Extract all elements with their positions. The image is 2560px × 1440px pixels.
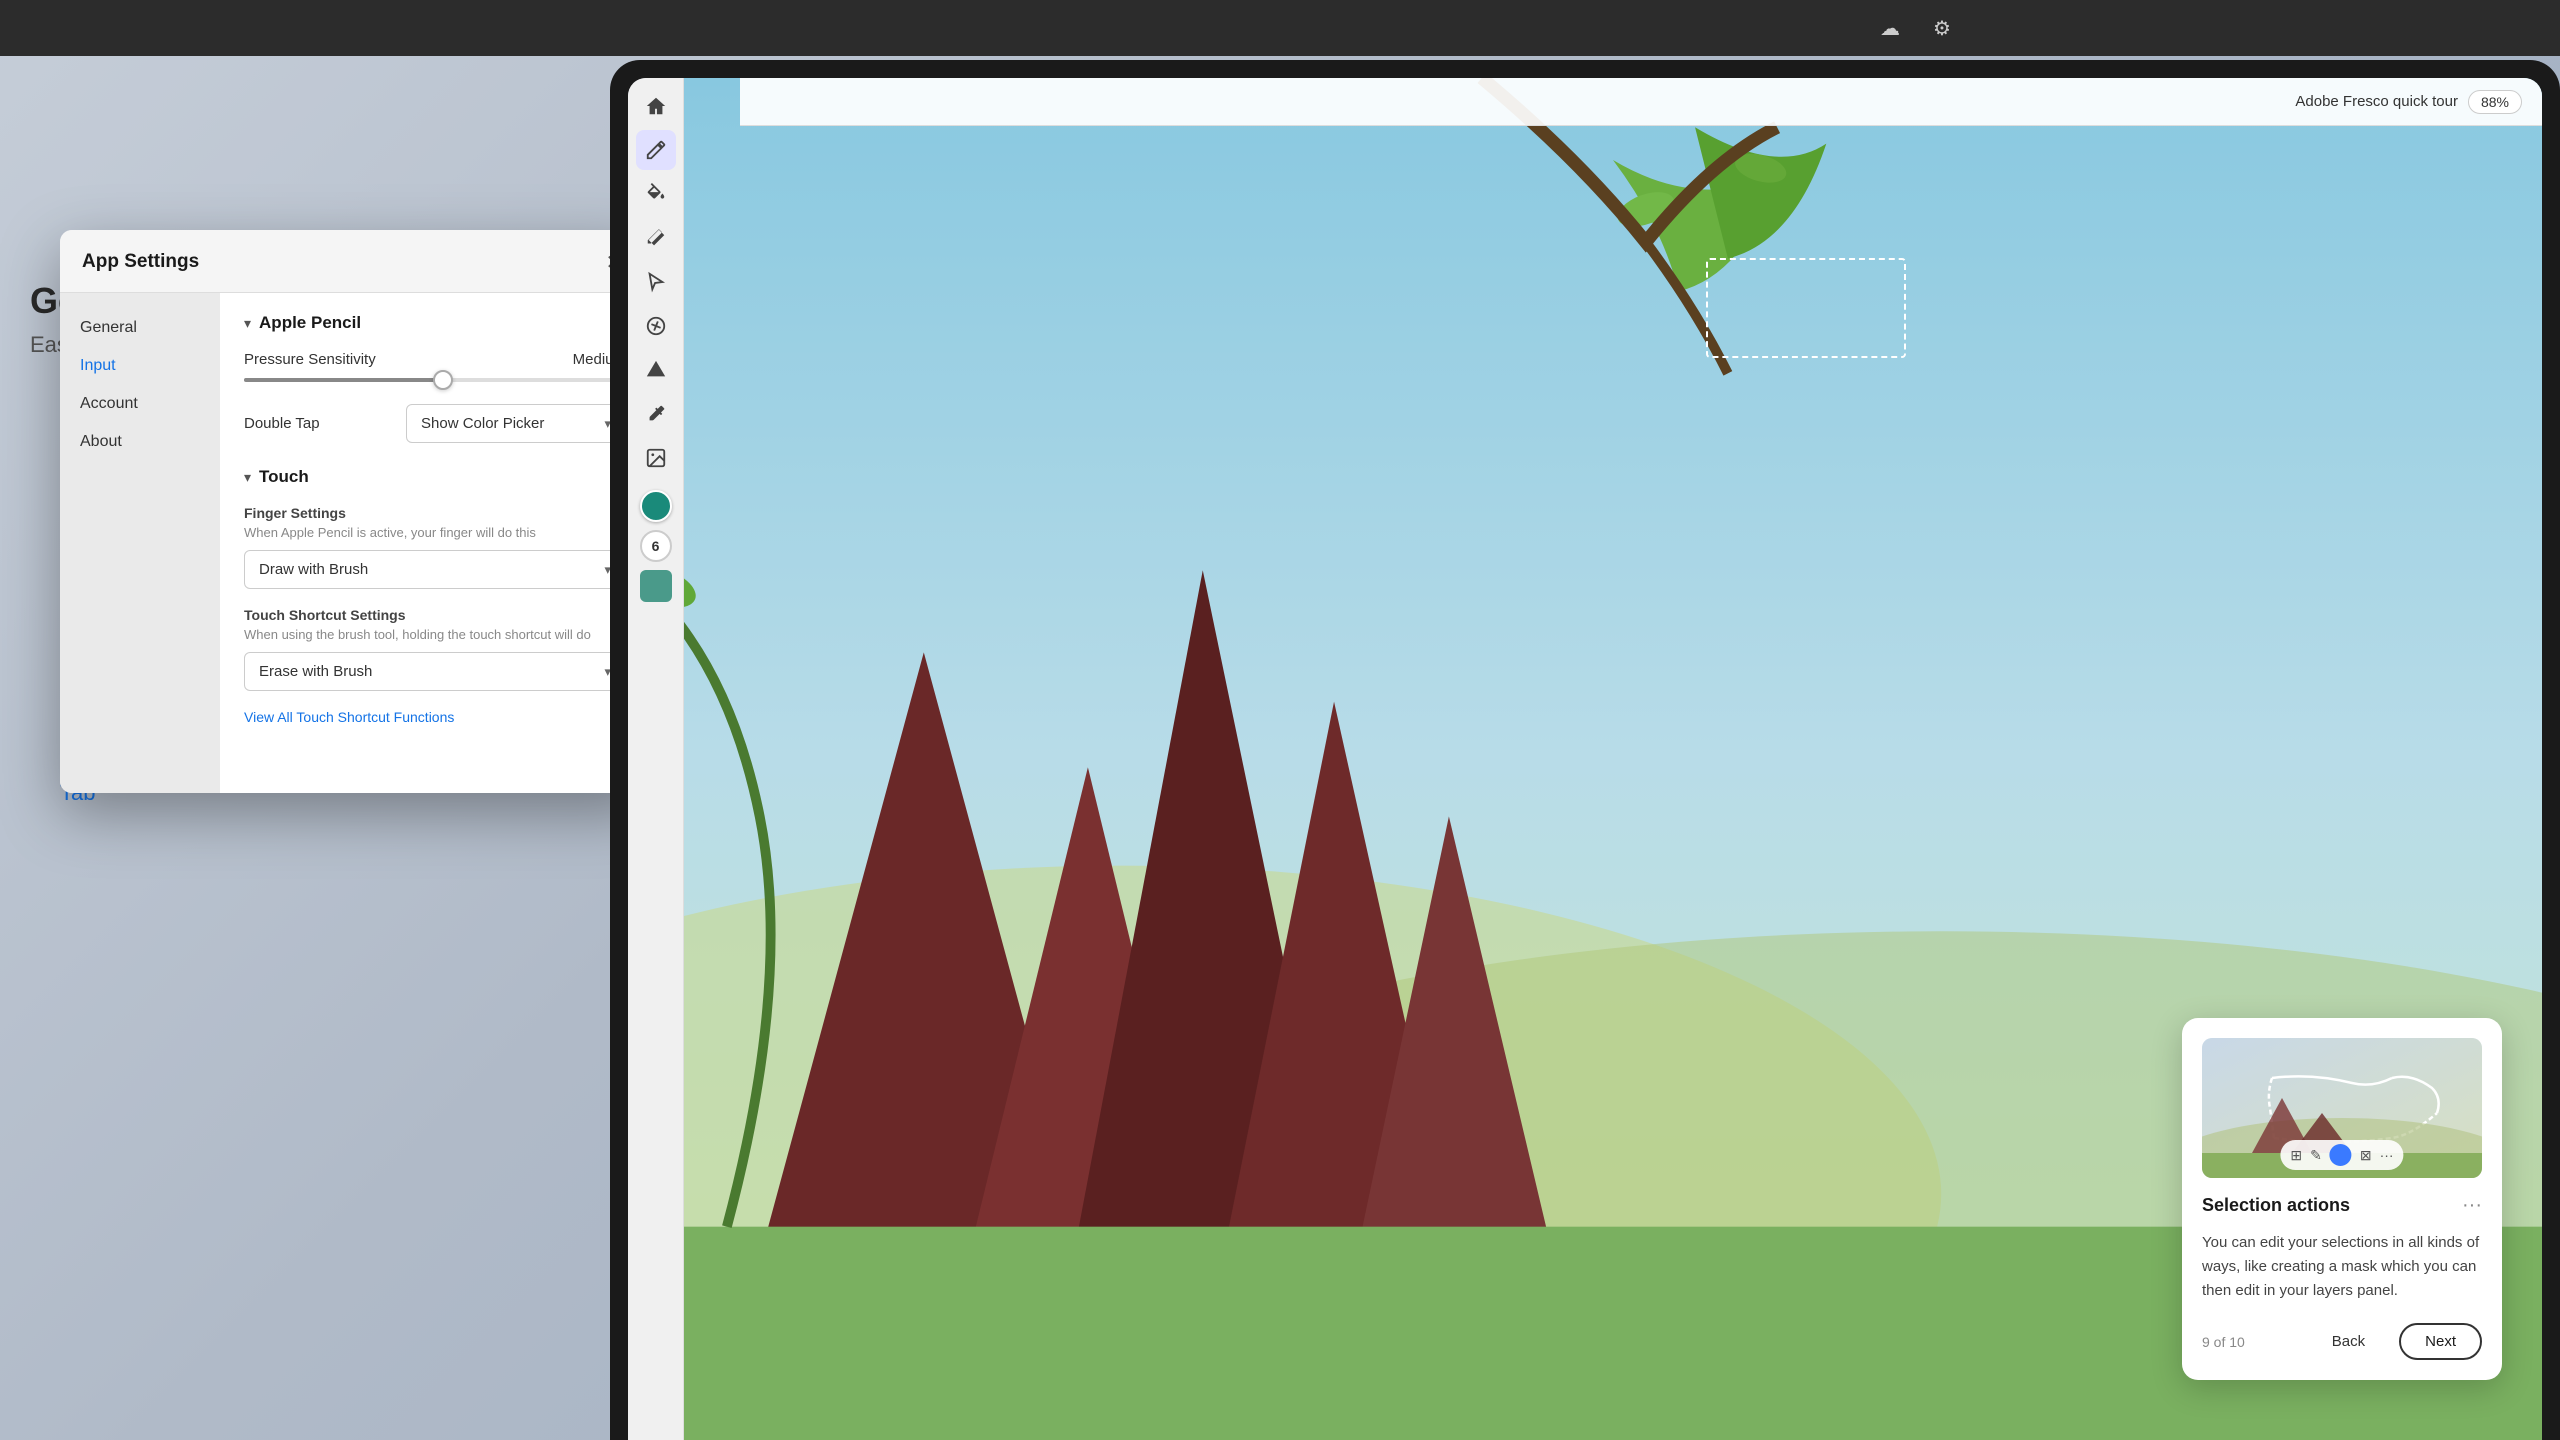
apple-pencil-title: Apple Pencil (259, 313, 361, 333)
selection-rect (1706, 258, 1906, 358)
toolbar-left: 6 (628, 78, 684, 1440)
slider-fill (244, 378, 443, 382)
apple-pencil-section-header: ▾ Apple Pencil (244, 313, 626, 333)
touch-section-header: ▾ Touch (244, 467, 626, 487)
toolbar-erase-btn[interactable] (636, 218, 676, 258)
slider-thumb[interactable] (433, 370, 453, 390)
touch-shortcut-value: Erase with Brush (259, 663, 372, 680)
sidebar-item-general[interactable]: General (60, 309, 220, 347)
desktop-app: ☁ ⚙ Welcome to Adobe Fresco, Michael! Ge… (0, 0, 2560, 1440)
finger-settings-value: Draw with Brush (259, 561, 368, 578)
double-tap-dropdown[interactable]: Show Color Picker ▾ (406, 404, 626, 443)
selection-panel: ⊞ ✎ ⊠ ··· Selection actions ··· You can … (2182, 1018, 2502, 1380)
touch-shortcut-desc: When using the brush tool, holding the t… (244, 627, 626, 642)
selection-panel-preview: ⊞ ✎ ⊠ ··· (2202, 1038, 2482, 1178)
double-tap-label: Double Tap (244, 415, 320, 432)
touch-title: Touch (259, 467, 309, 487)
modal-body: General Input Account About ▾ Apple Penc… (60, 293, 650, 793)
tablet-device: 6 Adobe Fresco quick tour 88% (610, 60, 2560, 1440)
top-chrome-bar: ☁ ⚙ (0, 0, 2560, 56)
touch-section: ▾ Touch Finger Settings When Apple Penci… (244, 467, 626, 727)
touch-shortcut-dropdown[interactable]: Erase with Brush ▾ (244, 652, 626, 691)
selection-panel-header: Selection actions ··· (2202, 1194, 2482, 1217)
page-indicator: 9 of 10 (2202, 1334, 2245, 1350)
modal-header: App Settings ✕ (60, 230, 650, 293)
toolbar-brush-btn[interactable] (636, 130, 676, 170)
selection-panel-title: Selection actions (2202, 1195, 2350, 1216)
selection-panel-more-btn[interactable]: ··· (2462, 1194, 2482, 1217)
view-all-touch-link[interactable]: View All Touch Shortcut Functions (244, 709, 454, 725)
canvas-area: Adobe Fresco quick tour 88% (684, 78, 2542, 1440)
toolbar-fill-btn[interactable] (636, 174, 676, 214)
next-button[interactable]: Next (2399, 1323, 2482, 1360)
apple-pencil-collapse-icon[interactable]: ▾ (244, 315, 251, 332)
finger-settings-desc: When Apple Pencil is active, your finger… (244, 525, 626, 540)
selection-panel-body: You can edit your selections in all kind… (2202, 1231, 2482, 1303)
finger-settings-label: Finger Settings (244, 505, 626, 521)
pressure-sensitivity-label: Pressure Sensitivity (244, 351, 376, 368)
finger-settings-dropdown[interactable]: Draw with Brush ▾ (244, 550, 626, 589)
mini-tool-3[interactable] (2330, 1144, 2352, 1166)
color-swatch-primary[interactable] (640, 490, 672, 522)
settings-icon[interactable]: ⚙ (1924, 10, 1960, 46)
slider-track[interactable] (244, 378, 626, 382)
tablet-screen: 6 Adobe Fresco quick tour 88% (628, 78, 2542, 1440)
modal-title: App Settings (82, 251, 199, 273)
double-tap-row: Double Tap Show Color Picker ▾ (244, 404, 626, 443)
color-swatch-secondary[interactable] (640, 570, 672, 602)
top-icons: ☁ ⚙ (1872, 10, 1960, 46)
app-settings-modal: App Settings ✕ General Input Account Abo… (60, 230, 650, 793)
progress-badge: 88% (2468, 90, 2522, 114)
modal-content: ▾ Apple Pencil Pressure Sensitivity Medi… (220, 293, 650, 793)
mini-tool-more[interactable]: ··· (2380, 1147, 2394, 1163)
pressure-slider-container (244, 378, 626, 382)
mini-tool-4[interactable]: ⊠ (2360, 1147, 2372, 1164)
back-button[interactable]: Back (2308, 1323, 2389, 1360)
toolbar-eyedropper-btn[interactable] (636, 394, 676, 434)
mini-tool-1[interactable]: ⊞ (2290, 1147, 2302, 1164)
selection-panel-footer: 9 of 10 Back Next (2202, 1323, 2482, 1360)
touch-collapse-icon[interactable]: ▾ (244, 469, 251, 486)
pressure-sensitivity-row: Pressure Sensitivity Medium (244, 351, 626, 368)
double-tap-value: Show Color Picker (421, 415, 544, 432)
layer-number-badge[interactable]: 6 (640, 530, 672, 562)
toolbar-lasso-btn[interactable] (636, 306, 676, 346)
touch-shortcut-label: Touch Shortcut Settings (244, 607, 626, 623)
nav-buttons: Back Next (2308, 1323, 2482, 1360)
toolbar-select-btn[interactable] (636, 262, 676, 302)
mini-toolbar: ⊞ ✎ ⊠ ··· (2280, 1140, 2403, 1170)
tablet-topbar: Adobe Fresco quick tour 88% (740, 78, 2542, 126)
sidebar-item-input[interactable]: Input (60, 347, 220, 385)
quick-tour-label: Adobe Fresco quick tour (2295, 93, 2458, 110)
toolbar-paint-btn[interactable] (636, 350, 676, 390)
toolbar-image-btn[interactable] (636, 438, 676, 478)
mini-tool-2[interactable]: ✎ (2310, 1147, 2322, 1164)
modal-sidebar: General Input Account About (60, 293, 220, 793)
cloud-icon[interactable]: ☁ (1872, 10, 1908, 46)
sidebar-item-about[interactable]: About (60, 423, 220, 461)
sidebar-item-account[interactable]: Account (60, 385, 220, 423)
toolbar-home-btn[interactable] (636, 86, 676, 126)
